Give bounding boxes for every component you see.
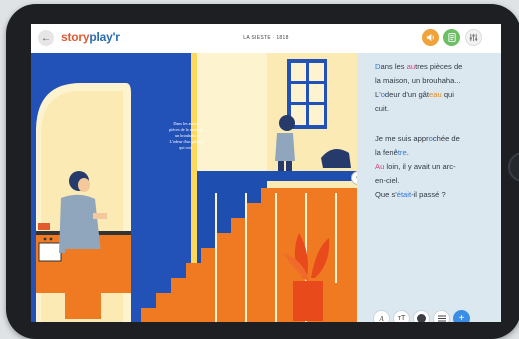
story-paragraph-2: Je me suis approchée de la fenêtre. Au loi…	[375, 132, 499, 202]
text-segment: la maison, un brouhaha...	[375, 76, 461, 85]
story-text-line: Je me suis approchée de	[375, 132, 499, 146]
text-segment: ans les	[380, 62, 407, 71]
speaker-icon	[426, 33, 434, 42]
text-segment: la fenê	[375, 148, 398, 157]
story-text-line: la maison, un brouhaha...	[375, 74, 499, 88]
sound-button[interactable]	[422, 29, 439, 46]
text-segment: Que s'	[375, 190, 397, 199]
color-dot-icon	[417, 314, 426, 322]
story-text-line: en-ciel.	[375, 174, 499, 188]
text-segment: loin, il y avait un arc-	[384, 162, 456, 171]
illustration-scene	[31, 53, 357, 322]
highlighted-syllable: Au	[375, 162, 385, 171]
highlighted-syllable: tre	[397, 148, 407, 157]
story-text-line: la fenêtre.	[375, 146, 499, 160]
add-button[interactable]: +	[453, 310, 470, 322]
menu-button[interactable]	[433, 310, 450, 322]
story-paragraph-1: Dans les autres pièces de la maison, un b…	[375, 60, 499, 116]
add-label: +	[458, 313, 465, 322]
text-size-button[interactable]: тT	[393, 310, 410, 322]
illustration-caption: Dans les autres pièces de la maison, un …	[156, 121, 216, 151]
text-size-label: тT	[397, 315, 406, 322]
color-button[interactable]	[413, 310, 430, 322]
app-screen: ← storyplay'r LA SIESTE · 1818 Dans les …	[31, 24, 501, 322]
story-text-pane: Dans les autres pièces de la maison, un b…	[357, 53, 501, 322]
story-text-line: Dans les autres pièces de	[375, 60, 499, 74]
story-text-line: Au loin, il y avait un arc-	[375, 160, 499, 174]
text-segment: tres pièces de	[415, 62, 463, 71]
story-text-line: L'odeur d'un gâteau qui	[375, 88, 499, 102]
sliders-icon	[469, 33, 478, 42]
text-segment: deur d'un gât	[384, 90, 430, 99]
top-bar: ← storyplay'r LA SIESTE · 1818	[31, 24, 501, 54]
text-segment: .	[406, 148, 409, 157]
highlighted-syllable: au	[406, 62, 416, 71]
story-text-line: cuit.	[375, 102, 499, 116]
caption-line: qui cuit.	[179, 145, 193, 150]
text-segment: -il passé ?	[411, 190, 446, 199]
text-segment: qui	[441, 90, 454, 99]
highlighted-syllable: eau	[429, 90, 442, 99]
document-icon	[447, 33, 456, 42]
font-style-button[interactable]: A	[373, 310, 390, 322]
font-style-icon: A	[379, 314, 384, 323]
list-icon	[437, 315, 446, 322]
settings-button[interactable]	[465, 29, 482, 46]
text-segment: chée de	[432, 134, 460, 143]
pages-button[interactable]	[443, 29, 460, 46]
text-segment: en-ciel.	[375, 176, 400, 185]
home-button[interactable]	[508, 152, 519, 182]
text-segment: cuit.	[375, 104, 389, 113]
story-illustration: Dans les autres pièces de la maison, un …	[31, 53, 357, 322]
highlighted-syllable: était	[396, 190, 412, 199]
story-text-line: Que s'était-il passé ?	[375, 188, 499, 202]
text-segment: Je me suis appr	[375, 134, 429, 143]
